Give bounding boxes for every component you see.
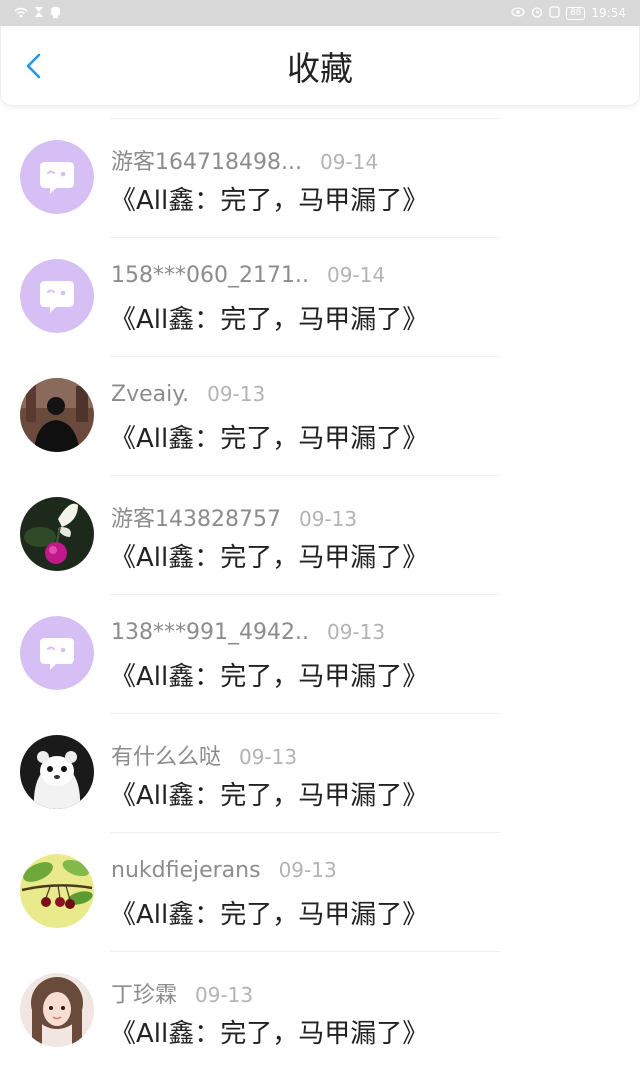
post-date: 09-13	[278, 858, 337, 882]
post-date: 09-13	[298, 507, 358, 531]
user-name[interactable]: nukdfiejerans	[111, 858, 261, 883]
default-avatar-icon	[20, 140, 94, 214]
post-date: 09-14	[319, 150, 379, 174]
page-title: 收藏	[287, 49, 353, 88]
list-item[interactable]: 游客143828757 09-13 《All鑫：完了，马甲漏了》	[0, 475, 640, 594]
post-date: 09-14	[326, 263, 386, 287]
post-title[interactable]: 《All鑫：完了，马甲漏了》	[110, 656, 428, 693]
list-item[interactable]: 有什么么哒 09-13 《All鑫：完了，马甲漏了》	[0, 713, 640, 832]
cherries-photo-icon	[20, 854, 94, 928]
user-name[interactable]: Zveaiy.	[111, 382, 189, 407]
avatar[interactable]	[20, 854, 94, 928]
favorites-list: 游客164718498... 09-14 《All鑫：完了，马甲漏了》 158*…	[0, 118, 640, 1070]
post-title[interactable]: 《All鑫：完了，马甲漏了》	[110, 537, 428, 574]
avatar[interactable]	[20, 140, 94, 214]
post-title[interactable]: 《All鑫：完了，马甲漏了》	[110, 894, 428, 931]
post-title[interactable]: 《All鑫：完了，马甲漏了》	[110, 418, 428, 455]
default-avatar-icon	[20, 616, 94, 690]
divider	[110, 237, 500, 238]
post-date: 09-13	[207, 382, 266, 406]
post-date: 09-13	[239, 745, 298, 769]
item-meta: 有什么么哒 09-13	[111, 739, 298, 771]
post-date: 09-13	[326, 620, 386, 644]
item-meta: 158***060_2171.. 09-14	[111, 263, 385, 293]
avatar[interactable]	[20, 616, 94, 690]
eye-icon	[511, 7, 525, 19]
alarm-icon	[531, 6, 543, 20]
list-item[interactable]: Zveaiy. 09-13 《All鑫：完了，马甲漏了》	[0, 356, 640, 475]
avatar[interactable]	[20, 497, 94, 571]
post-title[interactable]: 《All鑫：完了，马甲漏了》	[110, 180, 428, 217]
user-name[interactable]: 游客164718498...	[111, 144, 302, 176]
ferret-photo-icon	[20, 735, 94, 809]
list-item[interactable]: nukdfiejerans 09-13 《All鑫：完了，马甲漏了》	[0, 832, 640, 951]
item-meta: 丁珍霖 09-13	[111, 977, 254, 1009]
divider	[110, 118, 500, 119]
divider	[110, 594, 500, 595]
clock: 19:54	[591, 6, 626, 20]
status-bar: 88 19:54	[0, 0, 640, 26]
divider	[110, 951, 500, 952]
divider	[110, 475, 500, 476]
divider	[110, 832, 500, 833]
post-title[interactable]: 《All鑫：完了，马甲漏了》	[110, 775, 428, 812]
post-title[interactable]: 《All鑫：完了，马甲漏了》	[110, 299, 428, 336]
post-date: 09-13	[195, 983, 254, 1007]
girl-photo-icon	[20, 973, 94, 1047]
avatar[interactable]	[20, 973, 94, 1047]
status-left	[14, 6, 61, 20]
top-bar: 收藏	[0, 26, 640, 106]
post-title[interactable]: 《All鑫：完了，马甲漏了》	[110, 1013, 428, 1050]
butterfly-flower-photo-icon	[20, 497, 94, 571]
user-name[interactable]: 138***991_4942..	[111, 620, 309, 645]
user-name[interactable]: 158***060_2171..	[111, 263, 309, 288]
silhouette-photo-icon	[20, 378, 94, 452]
item-meta: 138***991_4942.. 09-13	[111, 620, 385, 650]
default-avatar-icon	[20, 259, 94, 333]
divider	[110, 713, 500, 714]
notification-icon	[50, 6, 61, 20]
divider	[110, 356, 500, 357]
list-item[interactable]: 158***060_2171.. 09-14 《All鑫：完了，马甲漏了》	[0, 237, 640, 356]
wifi-icon	[14, 7, 28, 20]
battery-indicator: 88	[565, 6, 586, 20]
user-name[interactable]: 游客143828757	[111, 501, 281, 533]
avatar[interactable]	[20, 378, 94, 452]
avatar[interactable]	[20, 735, 94, 809]
item-meta: 游客143828757 09-13	[111, 501, 358, 533]
avatar[interactable]	[20, 259, 94, 333]
nfc-icon	[549, 6, 560, 20]
item-meta: nukdfiejerans 09-13	[111, 858, 337, 888]
hourglass-icon	[34, 6, 44, 20]
user-name[interactable]: 有什么么哒	[111, 739, 221, 771]
item-meta: 游客164718498... 09-14	[111, 144, 379, 176]
user-name[interactable]: 丁珍霖	[111, 977, 177, 1009]
list-item[interactable]: 丁珍霖 09-13 《All鑫：完了，马甲漏了》	[0, 951, 640, 1070]
status-right: 88 19:54	[511, 6, 626, 20]
list-item[interactable]: 游客164718498... 09-14 《All鑫：完了，马甲漏了》	[0, 118, 640, 237]
list-item[interactable]: 138***991_4942.. 09-13 《All鑫：完了，马甲漏了》	[0, 594, 640, 713]
item-meta: Zveaiy. 09-13	[111, 382, 265, 412]
